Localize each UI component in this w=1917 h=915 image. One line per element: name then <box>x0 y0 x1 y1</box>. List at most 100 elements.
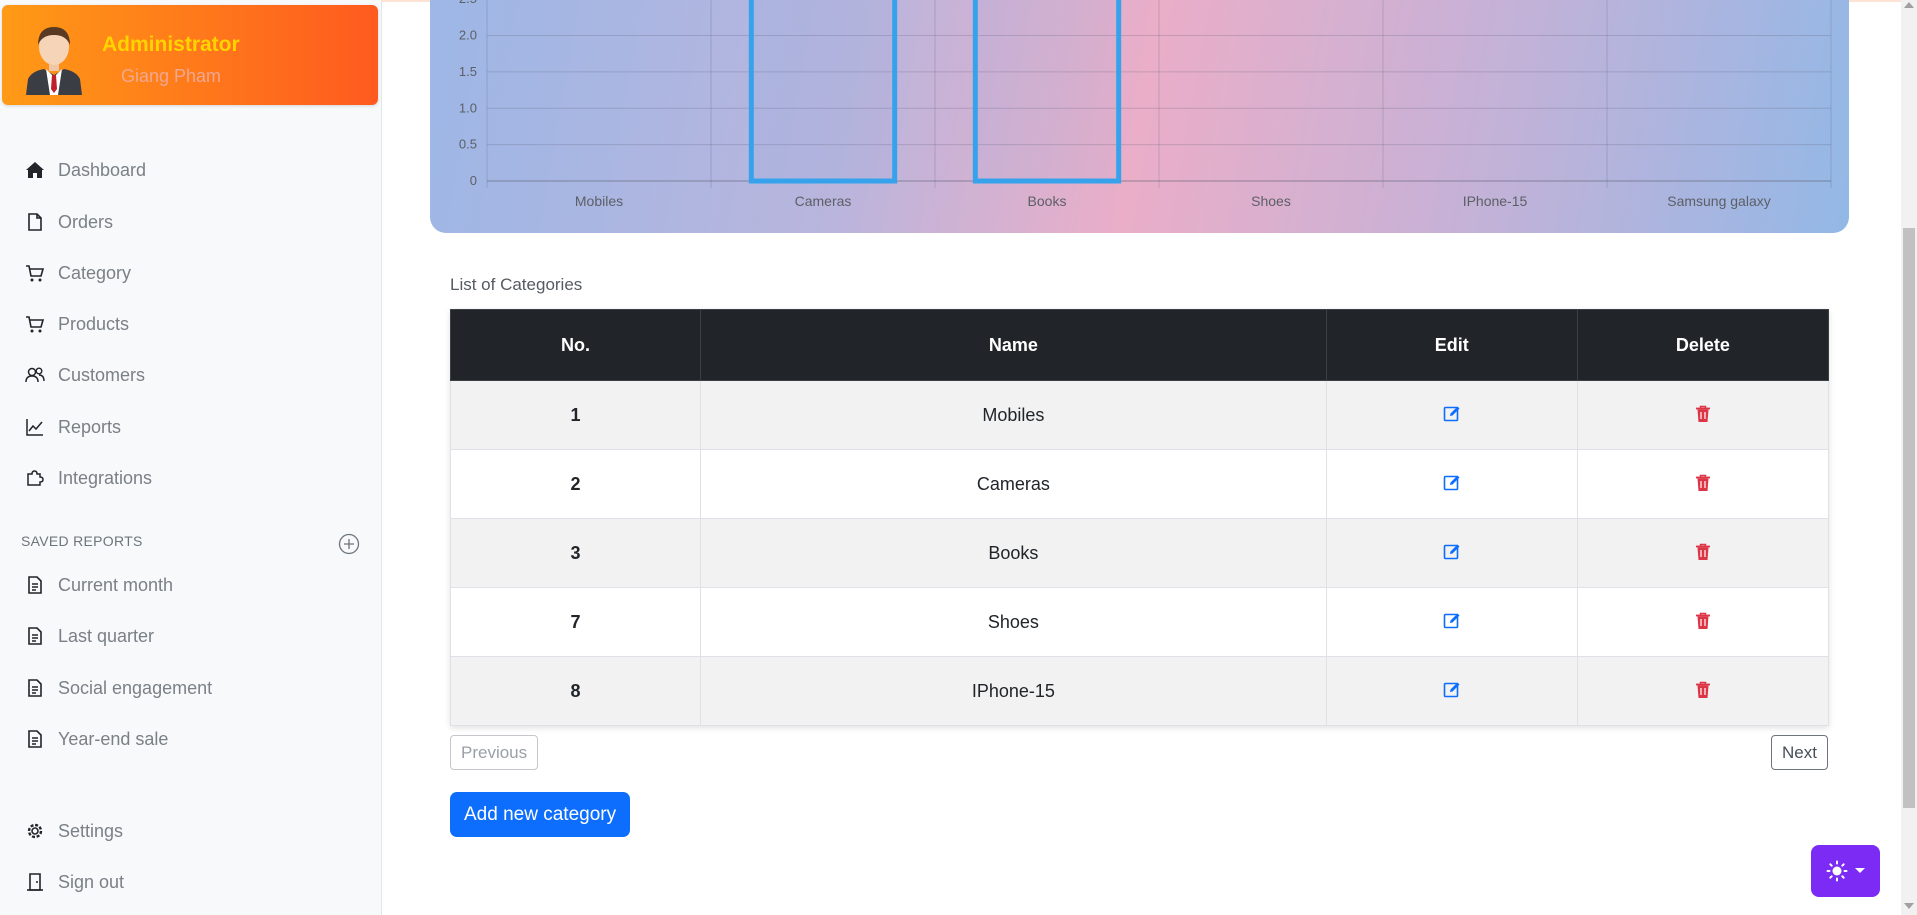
saved-reports-heading: SAVED REPORTS <box>21 533 143 549</box>
profile-name: Giang Pham <box>121 66 222 86</box>
cell-delete <box>1576 518 1830 588</box>
sidebar-item-settings[interactable]: Settings <box>24 816 123 846</box>
chart-x-tick-label: IPhone-15 <box>1463 193 1528 209</box>
chart-x-tick-label: Books <box>1028 193 1067 209</box>
sidebar-item-label: Orders <box>58 211 114 232</box>
column-header-no: No. <box>450 309 701 381</box>
sidebar-item-label: Sign out <box>58 871 125 892</box>
cell-edit <box>1325 380 1578 450</box>
table-row: 7 Shoes <box>450 587 1830 657</box>
cell-no: 2 <box>450 449 701 519</box>
sidebar-item-dashboard[interactable]: Dashboard <box>24 155 146 185</box>
chart-line-icon <box>24 416 46 438</box>
sidebar-item-label: Integrations <box>58 467 153 488</box>
table-header-row: No. Name Edit Delete <box>450 309 1830 381</box>
column-header-name: Name <box>699 309 1327 381</box>
saved-report-social-engagement[interactable]: Social engagement <box>24 673 212 703</box>
scroll-down-arrow[interactable] <box>1904 903 1914 909</box>
cart-icon <box>24 313 46 335</box>
delete-icon[interactable] <box>1691 609 1715 633</box>
home-icon <box>24 159 46 181</box>
sidebar-item-reports[interactable]: Reports <box>24 412 121 442</box>
saved-report-label: Social engagement <box>58 677 213 698</box>
cell-name: Books <box>699 518 1327 588</box>
scrollbar-thumb[interactable] <box>1903 228 1915 808</box>
delete-icon[interactable] <box>1691 402 1715 426</box>
edit-icon[interactable] <box>1440 540 1464 564</box>
sidebar-item-customers[interactable]: Customers <box>24 360 145 390</box>
saved-report-label: Year-end sale <box>58 728 169 749</box>
chart-bar <box>972 0 1122 184</box>
gear-icon <box>24 820 46 842</box>
cell-edit <box>1325 518 1578 588</box>
cell-delete <box>1576 380 1830 450</box>
chart-y-tick-label: 2.0 <box>459 28 477 43</box>
door-icon <box>24 871 46 893</box>
chart-y-tick-label: 1.0 <box>459 100 477 115</box>
chevron-down-icon <box>1854 868 1865 873</box>
file-text-icon <box>24 574 46 596</box>
file-text-icon <box>24 728 46 750</box>
cell-no: 7 <box>450 587 701 657</box>
edit-icon[interactable] <box>1440 402 1464 426</box>
sidebar-item-label: Settings <box>58 820 124 841</box>
users-icon <box>24 364 46 386</box>
sidebar-item-products[interactable]: Products <box>24 309 129 339</box>
sidebar: Administrator Giang Pham Dashboard Order… <box>0 0 382 915</box>
table-row: 1 Mobiles <box>450 380 1830 450</box>
edit-icon[interactable] <box>1440 471 1464 495</box>
cell-name: Cameras <box>699 449 1327 519</box>
delete-icon[interactable] <box>1691 471 1715 495</box>
saved-report-current-month[interactable]: Current month <box>24 570 173 600</box>
sidebar-item-label: Products <box>58 313 130 334</box>
cell-edit <box>1325 656 1578 726</box>
sidebar-item-orders[interactable]: Orders <box>24 207 113 237</box>
table-row: 2 Cameras <box>450 449 1830 519</box>
avatar <box>26 27 82 95</box>
add-category-button[interactable]: Add new category <box>450 792 631 837</box>
file-text-icon <box>24 625 46 647</box>
cell-no: 1 <box>450 380 701 450</box>
sidebar-item-signout[interactable]: Sign out <box>24 867 124 897</box>
cart-icon <box>24 262 46 284</box>
cell-no: 3 <box>450 518 701 588</box>
edit-icon[interactable] <box>1440 678 1464 702</box>
sidebar-item-label: Customers <box>58 364 146 385</box>
sidebar-item-category[interactable]: Category <box>24 258 131 288</box>
chart-y-tick-label: 1.5 <box>459 64 477 79</box>
delete-icon[interactable] <box>1691 678 1715 702</box>
saved-report-year-end-sale[interactable]: Year-end sale <box>24 724 168 754</box>
edit-icon[interactable] <box>1440 609 1464 633</box>
theme-toggle-button[interactable] <box>1811 845 1880 897</box>
delete-icon[interactable] <box>1691 540 1715 564</box>
cell-edit <box>1325 587 1578 657</box>
saved-report-last-quarter[interactable]: Last quarter <box>24 621 154 651</box>
chart-canvas: 0 0.5 1.0 1.5 2.0 2.5 Mobiles Cameras Books Shoes… <box>459 0 1832 209</box>
saved-report-label: Last quarter <box>58 625 155 646</box>
cell-no: 8 <box>450 656 701 726</box>
previous-button[interactable]: Previous <box>450 735 539 770</box>
sidebar-item-label: Reports <box>58 416 122 437</box>
chart-x-tick-label: Shoes <box>1251 193 1291 209</box>
categories-table: No. Name Edit Delete 1 Mobiles 2 Cameras 3 Bo… <box>450 309 1830 726</box>
add-report-icon[interactable] <box>338 533 360 555</box>
file-icon <box>24 211 46 233</box>
cell-name: Shoes <box>699 587 1327 657</box>
sidebar-item-label: Dashboard <box>58 159 147 180</box>
chart-bar <box>748 0 898 184</box>
sidebar-item-integrations[interactable]: Integrations <box>24 463 152 493</box>
profile-card: Administrator Giang Pham <box>2 5 378 105</box>
table-row: 8 IPhone-15 <box>450 656 1830 726</box>
chart-x-tick-label: Cameras <box>795 193 852 209</box>
cell-edit <box>1325 449 1578 519</box>
chart-x-tick-label: Samsung galaxy <box>1667 193 1771 209</box>
cell-name: Mobiles <box>699 380 1327 450</box>
category-chart: 0 0.5 1.0 1.5 2.0 2.5 Mobiles Cameras Books Shoes… <box>430 0 1849 233</box>
cell-name: IPhone-15 <box>699 656 1327 726</box>
cell-delete <box>1576 656 1830 726</box>
column-header-edit: Edit <box>1325 309 1578 381</box>
chart-y-tick-label: 2.5 <box>459 0 477 6</box>
scroll-up-arrow[interactable] <box>1904 2 1914 8</box>
chart-x-tick-label: Mobiles <box>575 193 623 209</box>
next-button[interactable]: Next <box>1771 735 1828 770</box>
